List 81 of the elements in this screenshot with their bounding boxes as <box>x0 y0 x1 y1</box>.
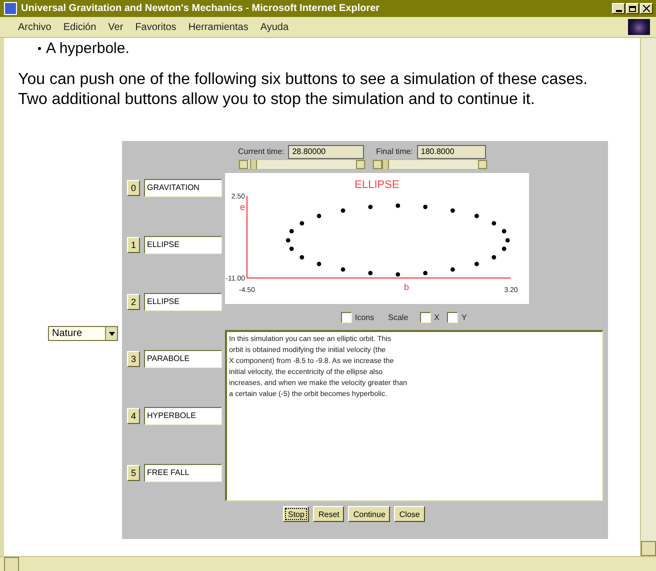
right-arrow-button[interactable] <box>356 160 365 169</box>
control-button[interactable]: Close <box>394 506 425 522</box>
orbit-point <box>423 204 428 210</box>
checkbox-label: X <box>434 312 440 322</box>
orbit-point <box>450 208 455 213</box>
time-field[interactable]: 28.80000 <box>288 144 364 158</box>
maximize-button[interactable] <box>626 3 639 14</box>
slider-thumb[interactable] <box>250 160 258 169</box>
checkbox-label: Icons <box>355 312 374 322</box>
control-button[interactable]: Reset <box>313 506 344 522</box>
time-slider[interactable] <box>372 159 488 170</box>
list-item-text: A hyperbole. <box>46 40 130 56</box>
orbit-point <box>316 262 322 266</box>
time-slider[interactable] <box>238 159 366 170</box>
orbit-point <box>450 267 455 272</box>
menu-item[interactable]: Herramientas <box>188 22 248 32</box>
right-arrow-button[interactable] <box>478 160 487 169</box>
menu-item[interactable]: Ayuda <box>260 22 289 32</box>
checkbox-label: Y <box>461 312 467 322</box>
caret-icon <box>105 327 117 340</box>
paragraph: You can push one of the following six buttons to see a simulation of these cases. Two additional buttons allow you to stop the simulation and to continue it. <box>18 70 589 110</box>
menu-item[interactable]: Edición <box>63 22 96 32</box>
case-name-field: FREE FALL <box>144 464 222 482</box>
case-name-field: ELLIPSE <box>144 292 222 310</box>
case-name-field: ELLIPSE <box>144 236 222 254</box>
chart-title: ELLIPSE <box>354 179 400 191</box>
close-button[interactable] <box>640 3 653 14</box>
slider-thumb[interactable] <box>382 160 389 169</box>
field-label: Final time: <box>376 147 413 156</box>
case-button[interactable]: 3 <box>127 350 140 366</box>
window-title: Universal Gravitation and Newton's Mechanics - Microsoft Internet Explorer <box>21 3 381 14</box>
orbit-point <box>368 270 373 276</box>
menu-item[interactable]: Ver <box>108 22 124 32</box>
orbit-point <box>368 204 373 210</box>
orbit-point <box>396 204 400 208</box>
orbit-point <box>474 262 479 266</box>
case-name-field: PARABOLE <box>144 350 222 368</box>
left-arrow-button[interactable] <box>239 160 248 169</box>
orbit-point <box>340 267 346 272</box>
field-label: Current time: <box>238 147 284 156</box>
time-field[interactable]: 180.8000 <box>416 144 486 158</box>
vertical-scrollbar[interactable] <box>640 38 656 556</box>
control-button[interactable]: Stop <box>283 506 310 522</box>
bullet-icon <box>38 46 41 50</box>
orbit-point <box>492 221 496 226</box>
browser-icon <box>4 2 17 15</box>
case-button[interactable]: 1 <box>127 236 140 252</box>
case-button[interactable]: 2 <box>127 294 140 310</box>
orbit-point <box>289 229 294 234</box>
orbit-point <box>474 214 479 218</box>
case-button[interactable]: 0 <box>127 180 140 196</box>
orbit-point <box>492 255 496 260</box>
orbit-point <box>502 229 506 234</box>
minimize-button[interactable] <box>612 3 625 14</box>
menu-item[interactable]: Archivo <box>18 22 52 32</box>
orbit-point <box>396 272 400 277</box>
orbit-point <box>423 270 428 276</box>
checkbox[interactable] <box>420 312 432 322</box>
case-button[interactable]: 4 <box>127 408 140 424</box>
case-name-field: GRAVITATION <box>144 178 222 196</box>
orbit-point <box>502 246 506 251</box>
axis-label: b <box>404 282 410 292</box>
left-arrow-button[interactable] <box>373 160 382 169</box>
orbit-point <box>289 246 294 251</box>
option-label: Scale <box>388 312 408 322</box>
orbit-point <box>505 238 510 242</box>
orbit-point <box>316 214 322 218</box>
orbit-point <box>300 255 304 260</box>
logo-icon <box>628 19 650 35</box>
checkbox[interactable] <box>447 312 458 322</box>
menu-item[interactable]: Favoritos <box>135 22 176 32</box>
control-button[interactable]: Continue <box>348 506 390 522</box>
axis-label: e <box>240 202 246 212</box>
orbit-point <box>286 238 290 242</box>
case-button[interactable]: 5 <box>127 464 140 480</box>
mode-dropdown[interactable]: Nature <box>48 326 118 341</box>
horizontal-scrollbar[interactable] <box>0 556 656 571</box>
orbit-point <box>340 208 346 213</box>
orbit-point <box>300 221 304 226</box>
checkbox[interactable] <box>341 312 352 322</box>
case-name-field: HYPERBOLE <box>144 406 222 424</box>
